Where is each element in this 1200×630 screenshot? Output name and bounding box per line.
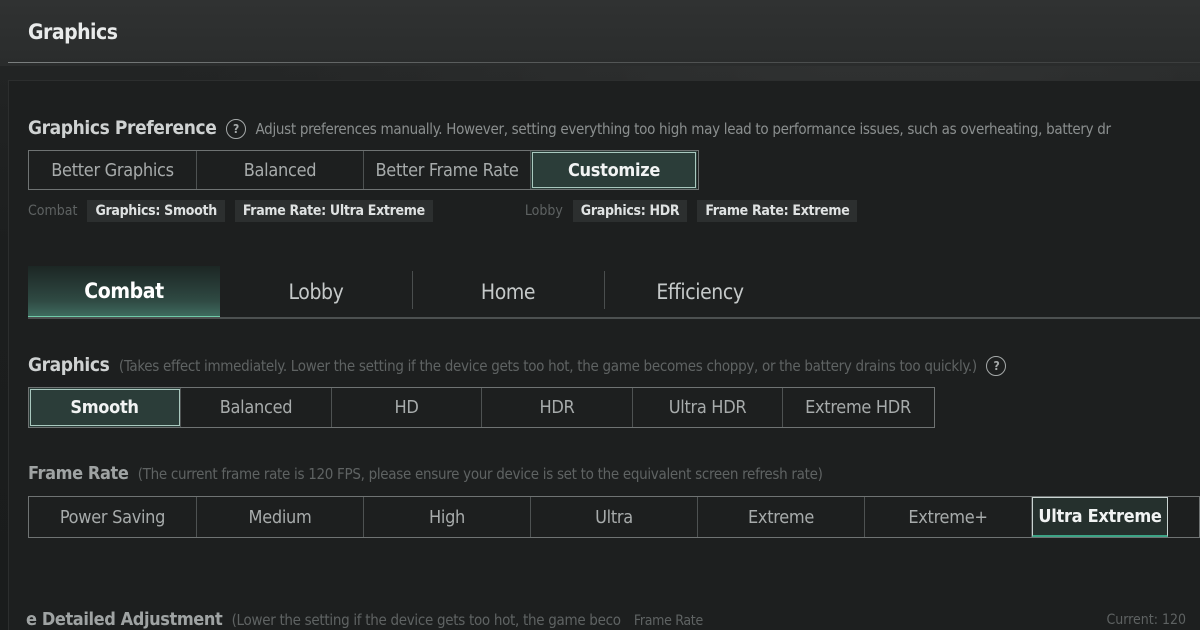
tab-combat[interactable]: Combat	[28, 266, 220, 319]
detailed-adjustment-description: (Lower the setting if the device gets to…	[231, 611, 621, 629]
preference-balanced-button[interactable]: Balanced	[197, 151, 364, 189]
frame-rate-ultra-extreme-button[interactable]: Ultra Extreme	[1032, 497, 1168, 537]
graphics-hd-button[interactable]: HD	[332, 388, 482, 427]
preference-customize-button[interactable]: Customize	[531, 151, 697, 189]
summary-lobby-label: Lobby	[524, 203, 563, 219]
preference-better-frame-rate-button[interactable]: Better Frame Rate	[364, 151, 531, 189]
question-circle-icon[interactable]: ?	[225, 119, 246, 139]
header-divider	[8, 62, 1200, 63]
preference-better-graphics-button[interactable]: Better Graphics	[29, 151, 197, 189]
summary-lobby-frame-rate-chip: Frame Rate: Extreme	[697, 200, 858, 222]
frame-rate-ultra-button[interactable]: Ultra	[531, 497, 698, 537]
graphics-smooth-button[interactable]: Smooth	[29, 388, 181, 427]
frame-rate-label: Frame Rate	[28, 463, 129, 484]
graphics-description: (Takes effect immediately. Lower the set…	[118, 357, 977, 375]
frame-rate-medium-button[interactable]: Medium	[197, 497, 364, 537]
detailed-frame-rate-label: Frame Rate	[633, 613, 703, 629]
graphics-preference-heading: Graphics Preference ? Adjust preferences…	[28, 117, 1111, 139]
tab-efficiency[interactable]: Efficiency	[604, 266, 796, 317]
frame-rate-power-saving-button[interactable]: Power Saving	[29, 497, 197, 537]
frame-rate-selector: Power Saving Medium High Ultra Extreme E…	[28, 496, 1200, 538]
tab-home[interactable]: Home	[412, 266, 604, 317]
header-bar: Graphics	[0, 0, 1200, 66]
graphics-settings-screen: Graphics Graphics Preference ? Adjust pr…	[0, 0, 1200, 630]
graphics-preference-label: Graphics Preference	[28, 117, 217, 139]
question-circle-icon[interactable]: ?	[986, 356, 1007, 376]
graphics-quality-selector: Smooth Balanced HD HDR Ultra HDR Extreme…	[28, 387, 935, 428]
graphics-hdr-button[interactable]: HDR	[482, 388, 633, 427]
summary-lobby-graphics-chip: Graphics: HDR	[572, 200, 688, 222]
summary-combat-frame-rate-chip: Frame Rate: Ultra Extreme	[234, 200, 433, 222]
mode-tabs: Combat Lobby Home Efficiency	[28, 266, 1200, 320]
graphics-ultra-hdr-button[interactable]: Ultra HDR	[633, 388, 783, 427]
preference-summary: Combat Graphics: Smooth Frame Rate: Ultr…	[28, 200, 867, 222]
frame-rate-extreme-button[interactable]: Extreme	[698, 497, 865, 537]
detailed-adjustment-heading: e Detailed Adjustment (Lower the setting…	[26, 609, 703, 630]
graphics-preference-description: Adjust preferences manually. However, se…	[255, 120, 1112, 138]
graphics-label: Graphics	[28, 354, 110, 376]
graphics-heading: Graphics (Takes effect immediately. Lowe…	[28, 354, 1010, 376]
frame-rate-description: (The current frame rate is 120 FPS, plea…	[137, 465, 823, 483]
summary-combat-graphics-chip: Graphics: Smooth	[87, 200, 225, 222]
tab-lobby[interactable]: Lobby	[220, 266, 412, 317]
summary-combat-label: Combat	[28, 203, 78, 219]
frame-rate-heading: Frame Rate (The current frame rate is 12…	[28, 463, 823, 484]
graphics-balanced-button[interactable]: Balanced	[181, 388, 332, 427]
detailed-adjustment-label: e Detailed Adjustment	[26, 609, 223, 630]
page-title: Graphics	[28, 20, 118, 44]
frame-rate-high-button[interactable]: High	[364, 497, 531, 537]
graphics-extreme-hdr-button[interactable]: Extreme HDR	[783, 388, 933, 427]
frame-rate-extreme-plus-button[interactable]: Extreme+	[865, 497, 1032, 537]
current-frame-rate-value: Current: 120	[1106, 612, 1186, 628]
graphics-preference-selector: Better Graphics Balanced Better Frame Ra…	[28, 150, 699, 190]
tabs-baseline	[28, 317, 1200, 319]
